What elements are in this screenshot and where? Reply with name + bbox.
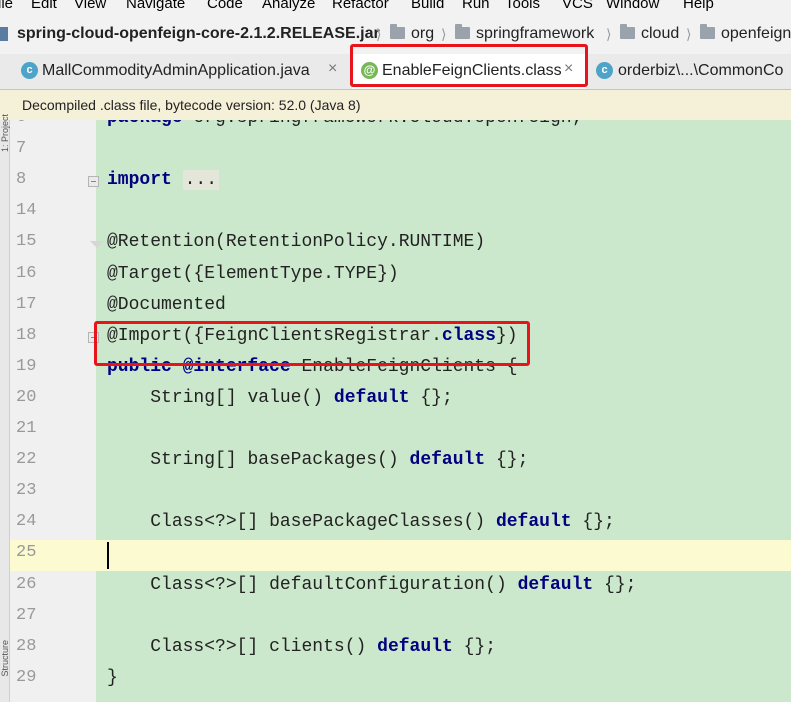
line-number: 27 <box>16 605 37 625</box>
line-number: 21 <box>16 419 37 438</box>
breadcrumb-openfeign[interactable]: openfeign <box>721 25 791 43</box>
code-line[interactable]: 24 Class<?>[] basePackageClasses() defau… <box>10 509 791 540</box>
line-number: 23 <box>16 481 37 501</box>
chevron-right-icon: ⟩ <box>606 26 612 42</box>
code-text: @Retention(RetentionPolicy.RUNTIME) <box>107 232 486 253</box>
code-text: import ... <box>107 170 220 191</box>
code-text: String[] basePackages() default {}; <box>150 450 529 471</box>
code-text: Class<?>[] basePackageClasses() default … <box>150 512 615 533</box>
code-text: Class<?>[] clients() default {}; <box>150 636 497 657</box>
code-text: @Target({ElementType.TYPE}) <box>107 263 399 284</box>
highlight-box-tab <box>350 44 588 87</box>
folder-icon <box>455 24 470 39</box>
line-number: 6 <box>16 120 44 127</box>
code-editor[interactable]: 6 package org.springframework.cloud.openf… <box>10 120 791 702</box>
menu-analyze[interactable]: Analyze <box>262 0 315 12</box>
code-text: @Documented <box>107 294 226 315</box>
line-number: 29 <box>16 667 37 687</box>
line-number: 15 <box>16 232 37 252</box>
chevron-right-icon: ⟩ <box>686 26 692 42</box>
text-caret <box>107 542 109 570</box>
breadcrumb-org[interactable]: org <box>411 25 434 43</box>
folder-icon <box>700 24 715 39</box>
code-line[interactable]: 20 String[] value() default {}; <box>10 385 791 416</box>
code-line[interactable]: 17 @Documented <box>10 292 791 323</box>
line-number: 19 <box>16 356 37 376</box>
line-number: 17 <box>16 294 37 314</box>
breadcrumb-cloud[interactable]: cloud <box>641 25 679 43</box>
menu-code[interactable]: Code <box>207 0 243 12</box>
code-line[interactable]: 8 import ... <box>10 167 791 198</box>
tab-label: MallCommodityAdminApplication.java <box>42 62 310 79</box>
line-number: 24 <box>16 512 37 532</box>
code-text: String[] value() default {}; <box>150 387 453 408</box>
menu-file[interactable]: ile <box>0 0 13 12</box>
tab-label: orderbiz\...\CommonCo <box>618 62 784 79</box>
line-number: 7 <box>16 139 27 159</box>
menu-tools[interactable]: Tools <box>505 0 540 12</box>
code-line[interactable]: 23 <box>10 478 791 509</box>
breadcrumb-jar[interactable]: spring-cloud-openfeign-core-2.1.2.RELEAS… <box>17 25 380 43</box>
line-number: 28 <box>16 636 37 656</box>
menu-bar: ile Edit View Navigate Code Analyze Refa… <box>0 0 791 15</box>
code-line[interactable]: 14 <box>10 198 791 229</box>
folder-icon <box>390 24 405 39</box>
menu-vcs[interactable]: VCS <box>562 0 593 12</box>
code-text: package org.springframework.cloud.openfe… <box>107 120 582 128</box>
code-text: Class<?>[] defaultConfiguration() defaul… <box>150 574 637 595</box>
line-number: 25 <box>16 543 37 563</box>
class-c-icon: c <box>21 62 38 79</box>
code-line[interactable]: 21 <box>10 416 791 447</box>
highlight-box-import <box>94 321 530 366</box>
menu-navigate[interactable]: Navigate <box>126 0 185 12</box>
line-number: 26 <box>16 574 37 594</box>
jar-icon <box>0 27 8 41</box>
close-icon[interactable]: × <box>328 60 337 78</box>
fold-toggle-icon[interactable] <box>88 176 99 188</box>
menu-window[interactable]: Window <box>606 0 659 12</box>
menu-run[interactable]: Run <box>462 0 490 12</box>
structure-tool-label[interactable]: Structure <box>0 640 10 677</box>
code-text: } <box>107 667 118 688</box>
code-line[interactable]: 29} <box>10 665 791 696</box>
code-line[interactable]: 26 Class<?>[] defaultConfiguration() def… <box>10 572 791 603</box>
code-line[interactable]: 15 @Retention(RetentionPolicy.RUNTIME) <box>10 229 791 260</box>
tab-orderbiz-common[interactable]: c orderbiz\...\CommonCo <box>588 54 791 89</box>
menu-edit[interactable]: Edit <box>31 0 57 12</box>
line-number: 22 <box>16 450 37 470</box>
line-number: 8 <box>16 170 27 190</box>
tab-mall-commodity-admin-application[interactable]: c MallCommodityAdminApplication.java × <box>14 54 352 89</box>
code-line[interactable]: 28 Class<?>[] clients() default {}; <box>10 634 791 665</box>
project-tool-label[interactable]: 1: Project <box>0 114 10 152</box>
menu-build[interactable]: Build <box>411 0 444 12</box>
chevron-right-icon: ⟩ <box>441 26 447 42</box>
code-line[interactable]: 6 package org.springframework.cloud.openf… <box>10 120 791 136</box>
folder-icon <box>620 24 635 39</box>
fold-marker-icon[interactable] <box>90 241 104 249</box>
class-c-icon: c <box>596 62 613 79</box>
code-line[interactable]: 22 String[] basePackages() default {}; <box>10 447 791 478</box>
line-number: 16 <box>16 263 37 283</box>
code-line[interactable]: 25 <box>10 540 791 572</box>
chevron-right-icon: ⟩ <box>376 26 382 42</box>
menu-view[interactable]: View <box>74 0 106 12</box>
menu-help[interactable]: Help <box>683 0 714 12</box>
line-number: 18 <box>16 325 37 345</box>
line-number: 20 <box>16 387 37 407</box>
code-line[interactable]: 27 <box>10 603 791 634</box>
decompiled-info-bar: Decompiled .class file, bytecode version… <box>0 90 791 121</box>
tool-window-strip: 1: Project Structure <box>0 114 10 702</box>
line-number: 14 <box>16 201 37 221</box>
decompiled-info-text: Decompiled .class file, bytecode version… <box>22 97 361 113</box>
code-line[interactable]: 7 <box>10 136 791 167</box>
menu-refactor[interactable]: Refactor <box>332 0 389 12</box>
code-line[interactable]: 16 @Target({ElementType.TYPE}) <box>10 261 791 292</box>
breadcrumb-springframework[interactable]: springframework <box>476 25 594 43</box>
